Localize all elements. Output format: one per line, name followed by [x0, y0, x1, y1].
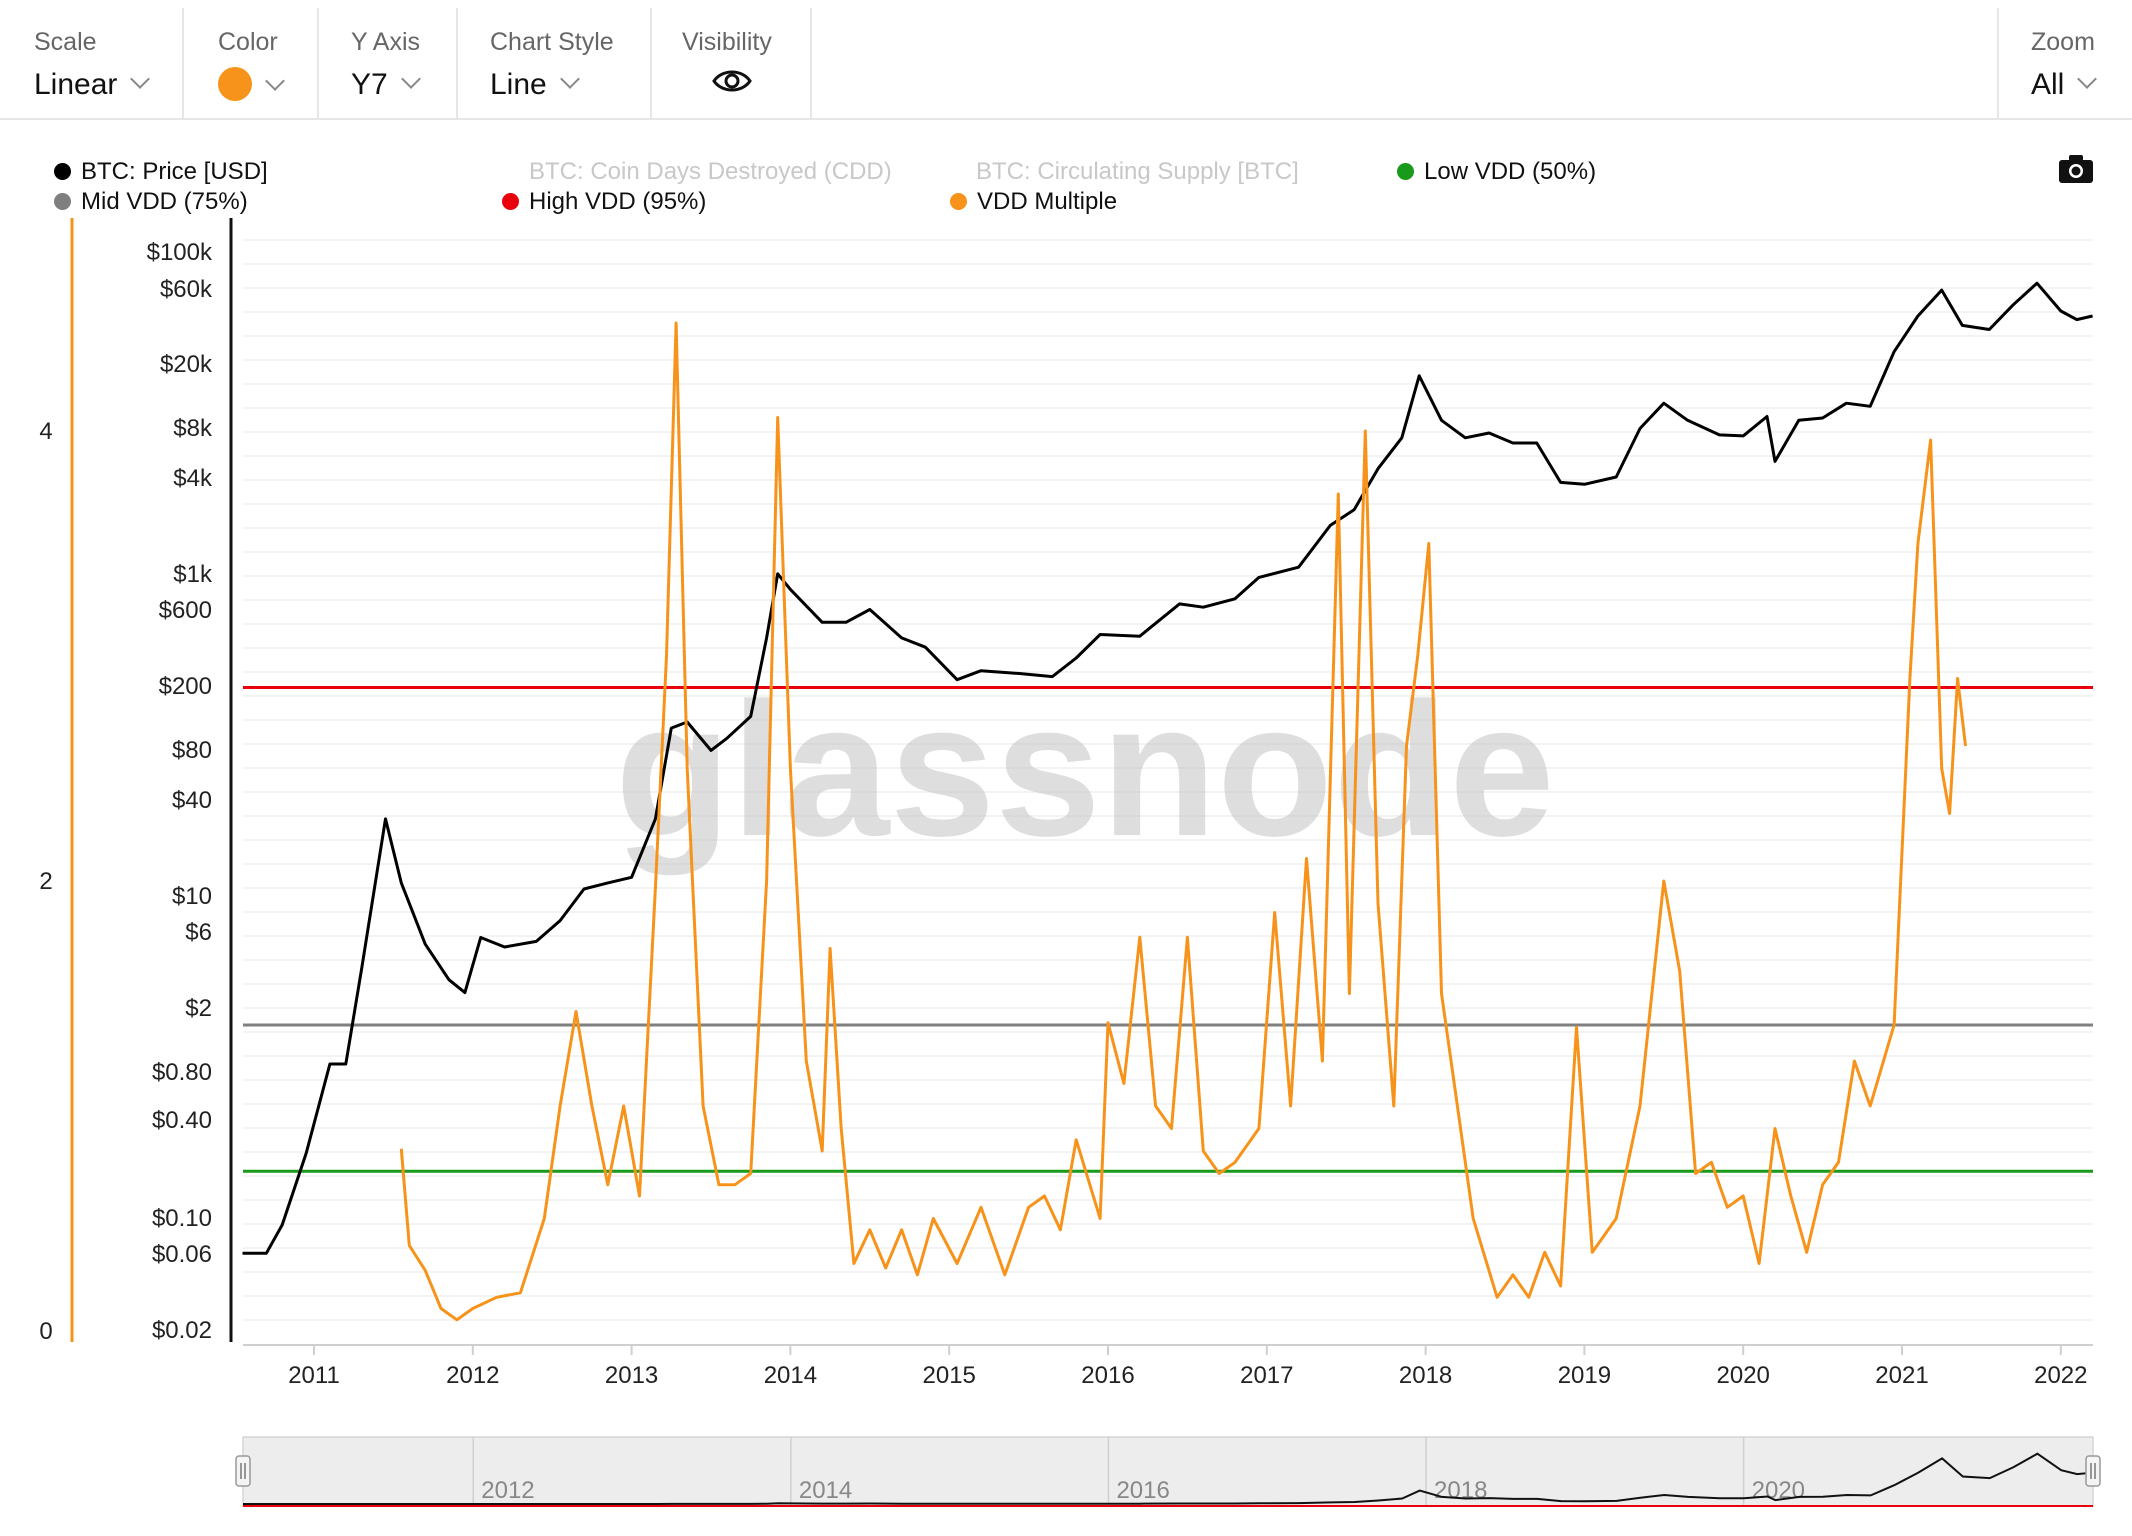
price-tick-label: $0.80 [152, 1059, 212, 1086]
price-tick-label: $1k [173, 561, 213, 588]
navigator-left-handle[interactable] [235, 1455, 251, 1487]
x-tick-label: 2017 [1240, 1362, 1293, 1389]
x-tick-label: 2011 [288, 1362, 340, 1389]
price-tick-label: $0.10 [152, 1205, 212, 1232]
price-tick-label: $80 [172, 737, 212, 764]
x-tick-label: 2019 [1558, 1362, 1611, 1389]
vdd-tick-label: 2 [39, 868, 52, 895]
price-tick-label: $0.40 [152, 1107, 212, 1134]
navigator-tick-label: 2018 [1434, 1477, 1487, 1504]
navigator-tick-label: 2012 [481, 1477, 534, 1504]
vdd-tick-label: 0 [39, 1318, 52, 1345]
price-tick-label: $20k [160, 351, 213, 378]
price-tick-label: $8k [173, 415, 213, 442]
vdd-multiple-chart[interactable]: glassnode 420$100k$60k$20k$8k$4k$1k$600$… [0, 0, 2132, 1536]
price-tick-label: $60k [160, 276, 213, 303]
x-tick-label: 2012 [446, 1362, 499, 1389]
price-tick-label: $4k [173, 465, 213, 492]
price-tick-label: $0.06 [152, 1241, 212, 1268]
vdd-tick-label: 4 [39, 418, 52, 445]
price-tick-label: $200 [159, 673, 212, 700]
range-navigator: 2012 2014 2016 2018 2020 [235, 1436, 2101, 1507]
price-tick-label: $2 [185, 995, 212, 1022]
x-tick-label: 2018 [1399, 1362, 1452, 1389]
x-tick-label: 2020 [1717, 1362, 1770, 1389]
x-tick-label: 2021 [1875, 1362, 1928, 1389]
price-tick-label: $6 [185, 919, 212, 946]
x-tick-label: 2022 [2034, 1362, 2087, 1389]
price-tick-label: $10 [172, 883, 212, 910]
navigator-tick-label: 2016 [1116, 1477, 1169, 1504]
price-tick-label: $100k [147, 239, 213, 266]
x-tick-label: 2016 [1081, 1362, 1134, 1389]
x-tick-label: 2014 [764, 1362, 817, 1389]
price-tick-label: $40 [172, 787, 212, 814]
price-tick-label: $0.02 [152, 1317, 212, 1344]
navigator-right-handle[interactable] [2085, 1455, 2101, 1487]
price-tick-label: $600 [159, 597, 212, 624]
x-tick-label: 2013 [605, 1362, 658, 1389]
x-tick-label: 2015 [923, 1362, 976, 1389]
navigator-tick-label: 2014 [799, 1477, 852, 1504]
